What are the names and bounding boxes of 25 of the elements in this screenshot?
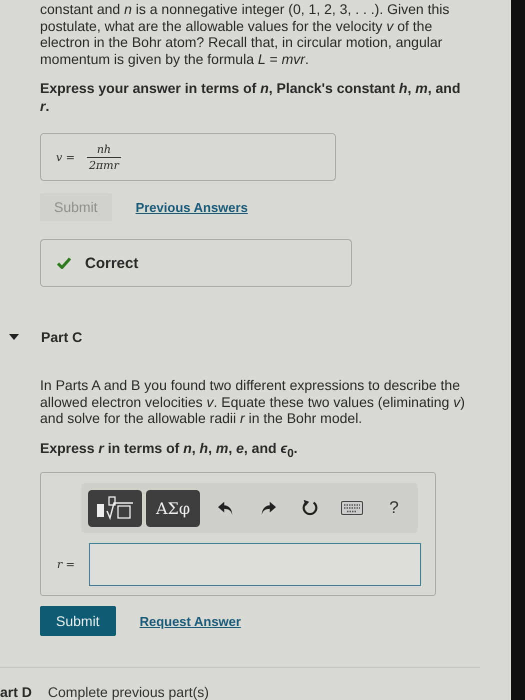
feedback-text: Correct	[85, 254, 138, 272]
instruction-text: Express your answer in terms of n, Planck's constant h, m, and r.	[40, 79, 462, 115]
answer-label: r =	[57, 558, 75, 572]
redo-icon	[259, 500, 277, 516]
answer-label: v =	[56, 150, 75, 164]
help-button[interactable]: ?	[374, 490, 414, 527]
question-text: In Parts A and B you found two different expressions to describe the allowed electron velocities v. Equate these two values (eliminating v) and solve for the allowable radii r in the Bohr model.	[40, 376, 466, 426]
fraction-denominator: 2πmr	[86, 156, 121, 172]
fraction-root-icon	[95, 495, 135, 522]
submit-button[interactable]: Submit	[40, 606, 116, 636]
request-answer-link[interactable]: Request Answer	[140, 614, 241, 629]
fraction-numerator: nh	[96, 142, 112, 156]
instruction-text: Express r in terms of n, h, m, e, and ϵ$_{0}$.	[40, 438, 299, 462]
collapse-triangle-icon[interactable]	[9, 332, 19, 342]
part-status-text: Complete previous part(s)	[48, 684, 209, 700]
keyboard-icon	[341, 501, 363, 516]
question-text: constant and n is a nonnegative integer (0, 1, 2, 3, . . .). Given this postulate, what are the allowable values for the velocity v of the electron in the Bohr atom? Recall that, in circular motion, angular momentum is given by the formula L = mvr.	[40, 0, 450, 67]
previous-answers-link[interactable]: Previous Answers	[136, 200, 248, 214]
circular-arrow-icon	[301, 499, 319, 518]
undo-icon	[217, 500, 235, 516]
answer-input-field[interactable]	[88, 543, 421, 586]
part-title[interactable]: Part C	[41, 329, 82, 345]
part-title: art D	[0, 684, 32, 700]
greek-symbols-button[interactable]: ΑΣφ	[146, 490, 200, 527]
templates-button[interactable]	[88, 490, 142, 527]
